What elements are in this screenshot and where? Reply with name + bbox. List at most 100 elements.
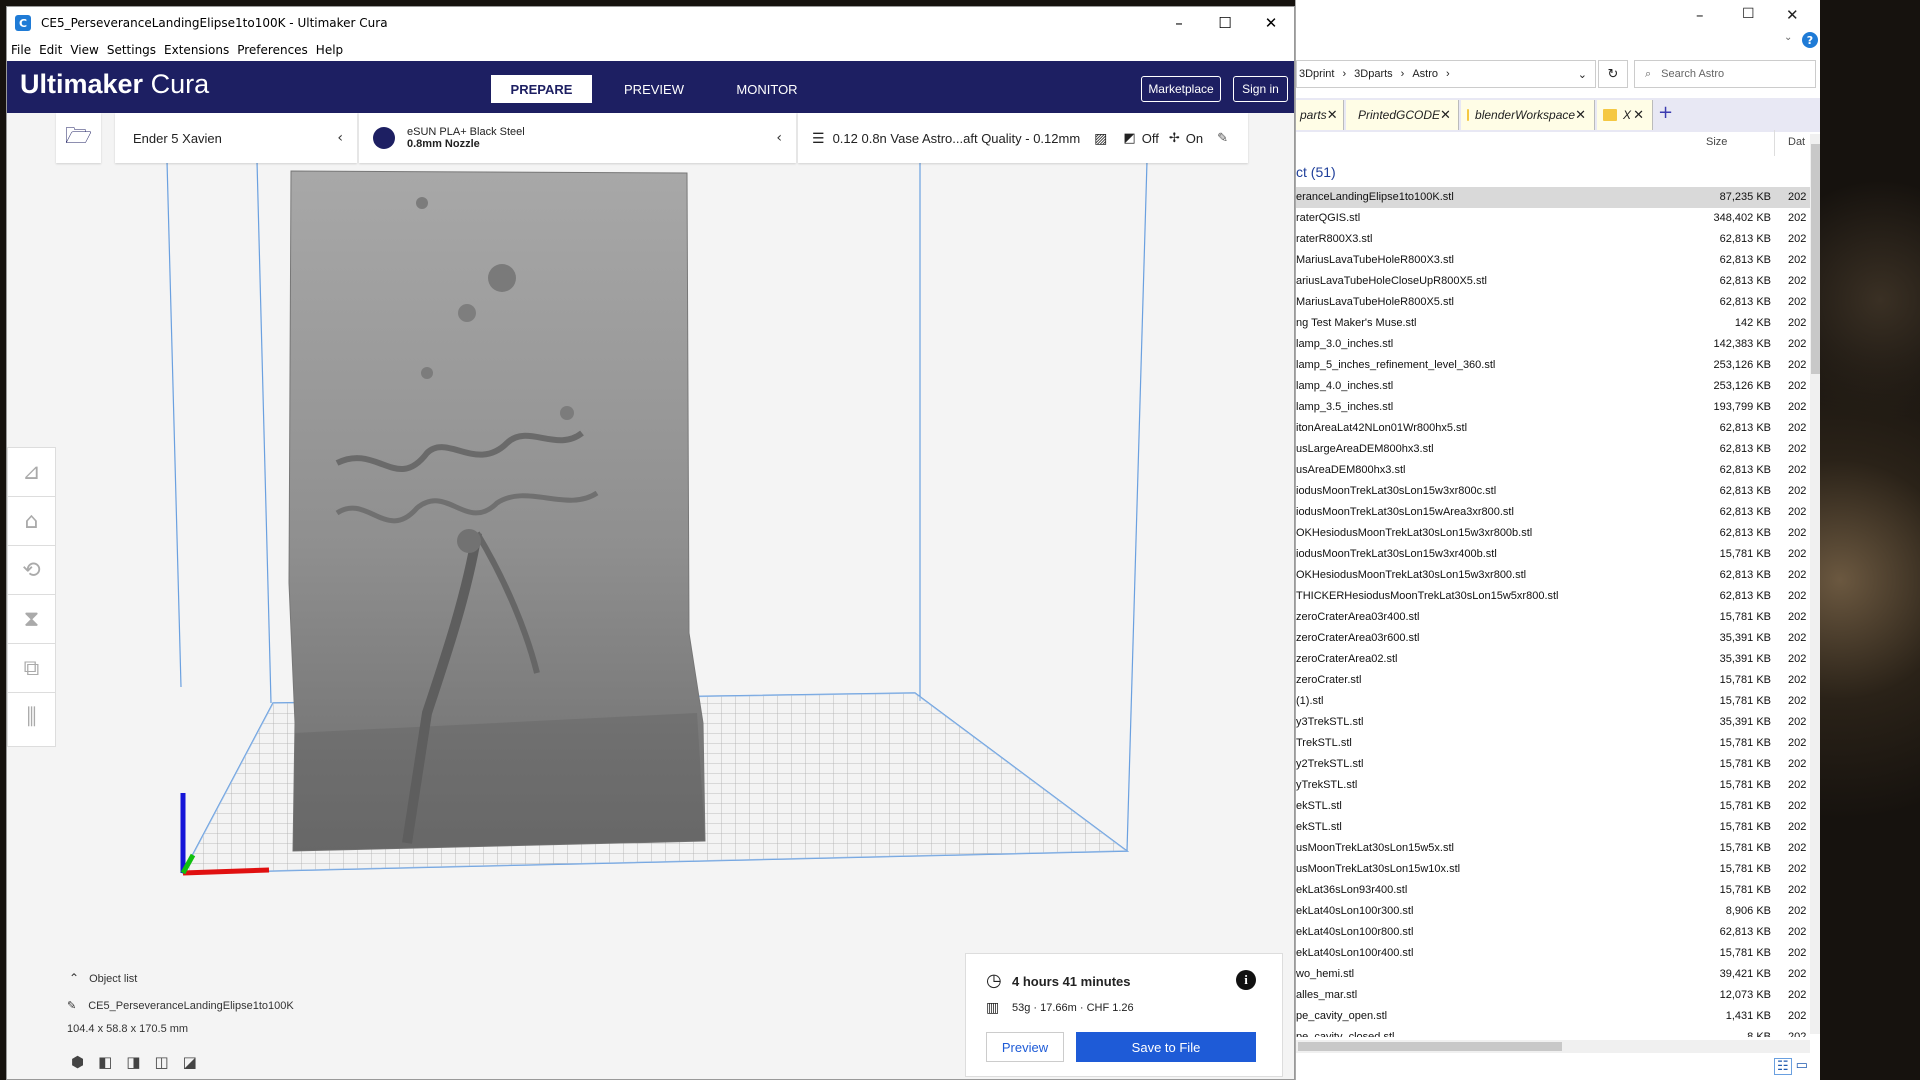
file-row[interactable]: zeroCraterArea02.stl 35,391 KB 202 <box>1296 649 1820 670</box>
large-icons-view-icon[interactable]: ▭ <box>1796 1058 1808 1075</box>
file-row[interactable]: usMoonTrekLat30sLon15w10x.stl 15,781 KB 20… <box>1296 859 1820 880</box>
file-row[interactable]: usAreaDEM800hx3.stl 62,813 KB 202 <box>1296 460 1820 481</box>
file-row[interactable]: lamp_3.5_inches.stl 193,799 KB 202 <box>1296 397 1820 418</box>
minimize-icon[interactable]: – <box>1156 7 1202 39</box>
material-selector[interactable]: eSUN PLA+ Black Steel 0.8mm Nozzle ‹ <box>359 113 796 163</box>
menu-help[interactable]: Help <box>316 43 343 57</box>
file-row[interactable]: lamp_5_inches_refinement_level_360.stl 25… <box>1296 355 1820 376</box>
object-name-row[interactable]: ✎ CE5_PerseveranceLandingElipse1to100K <box>67 999 294 1012</box>
file-row[interactable]: zeroCraterArea03r400.stl 15,781 KB 202 <box>1296 607 1820 628</box>
search-box[interactable]: ⌕ Search Astro <box>1634 60 1816 88</box>
close-tab-icon[interactable]: ✕ <box>1575 107 1586 123</box>
save-to-file-button[interactable]: Save to File <box>1076 1032 1256 1062</box>
file-row[interactable]: usLargeAreaDEM800hx3.stl 62,813 KB 202 <box>1296 439 1820 460</box>
menu-edit[interactable]: Edit <box>39 43 62 57</box>
tab-preview[interactable]: PREVIEW <box>604 75 704 103</box>
refresh-icon[interactable]: ↻ <box>1598 60 1628 88</box>
3d-model[interactable] <box>288 170 706 852</box>
file-row[interactable]: itonAreaLat42NLon01Wr800hx5.stl 62,813 KB… <box>1296 418 1820 439</box>
details-view-icon[interactable]: ☷ <box>1774 1058 1792 1075</box>
file-row[interactable]: ekLat40sLon100r800.stl 62,813 KB 202 <box>1296 922 1820 943</box>
file-row[interactable]: OKHesiodusMoonTrekLat30sLon15w3xr800.stl… <box>1296 565 1820 586</box>
3d-viewport[interactable]: 🗁 Ender 5 Xavien ‹ eSUN PLA+ Black Steel… <box>7 113 1294 1079</box>
file-row[interactable]: MariusLavaTubeHoleR800X3.stl 62,813 KB 202 <box>1296 250 1820 271</box>
menu-settings[interactable]: Settings <box>107 43 156 57</box>
move-tool-icon[interactable]: ⊿ <box>8 448 55 497</box>
file-row[interactable]: (1).stl 15,781 KB 202 <box>1296 691 1820 712</box>
new-tab-icon[interactable]: + <box>1658 102 1673 123</box>
file-row[interactable]: yTrekSTL.stl 15,781 KB 202 <box>1296 775 1820 796</box>
file-row[interactable]: raterQGIS.stl 348,402 KB 202 <box>1296 208 1820 229</box>
group-header[interactable]: ct (51) <box>1296 164 1336 180</box>
file-row[interactable]: TrekSTL.stl 15,781 KB 202 <box>1296 733 1820 754</box>
tab-printedgcode[interactable]: PrintedGCODE ✕ <box>1346 100 1459 130</box>
file-row[interactable]: MariusLavaTubeHoleR800X5.stl 62,813 KB 202 <box>1296 292 1820 313</box>
close-tab-icon[interactable]: ✕ <box>1633 107 1644 123</box>
file-row[interactable]: eranceLandingElipse1to100K.stl 87,235 KB 2… <box>1296 187 1820 208</box>
file-row[interactable]: iodusMoonTrekLat30sLon15w3xr400b.stl 15,7… <box>1296 544 1820 565</box>
file-row[interactable]: pe_cavity_closed.stl 8 KB 202 <box>1296 1027 1820 1037</box>
file-row[interactable]: ng Test Maker's Muse.stl 142 KB 202 <box>1296 313 1820 334</box>
file-row[interactable]: ekSTL.stl 15,781 KB 202 <box>1296 817 1820 838</box>
sign-in-button[interactable]: Sign in <box>1233 76 1288 102</box>
breadcrumb-3dparts[interactable]: 3Dparts <box>1354 68 1393 80</box>
menu-extensions[interactable]: Extensions <box>164 43 229 57</box>
printer-selector[interactable]: Ender 5 Xavien ‹ <box>115 113 357 163</box>
file-row[interactable]: alles_mar.stl 12,073 KB 202 <box>1296 985 1820 1006</box>
top-view-icon[interactable]: ◨ <box>126 1053 140 1071</box>
breadcrumb-astro[interactable]: Astro <box>1412 68 1438 80</box>
breadcrumb-3dprint[interactable]: 3Dprint <box>1299 68 1334 80</box>
tab-blenderworkspace[interactable]: blenderWorkspace ✕ <box>1461 100 1595 130</box>
file-row[interactable]: ekLat36sLon93r400.stl 15,781 KB 202 <box>1296 880 1820 901</box>
chevron-down-icon[interactable]: ⌄ <box>1578 68 1587 81</box>
info-icon[interactable]: i <box>1236 970 1256 990</box>
maximize-icon[interactable]: ☐ <box>1202 7 1248 39</box>
tab-prepare[interactable]: PREPARE <box>491 75 592 103</box>
print-settings-selector[interactable]: ☰ 0.12 0.8n Vase Astro...aft Quality - 0… <box>798 113 1248 163</box>
per-model-settings-icon[interactable]: ⧉ <box>8 644 55 693</box>
close-icon[interactable]: ✕ <box>1786 6 1799 24</box>
file-row[interactable]: lamp_4.0_inches.stl 253,126 KB 202 <box>1296 376 1820 397</box>
close-tab-icon[interactable]: ✕ <box>1327 107 1338 123</box>
vertical-scrollbar[interactable] <box>1810 134 1820 1034</box>
scale-tool-icon[interactable]: ⌂ <box>8 497 55 546</box>
file-row[interactable]: zeroCraterArea03r600.stl 35,391 KB 202 <box>1296 628 1820 649</box>
file-row[interactable]: OKHesiodusMoonTrekLat30sLon15w3xr800b.st… <box>1296 523 1820 544</box>
preview-button[interactable]: Preview <box>986 1032 1064 1062</box>
tab-x[interactable]: X ✕ <box>1597 100 1653 130</box>
maximize-icon[interactable]: ☐ <box>1742 6 1755 22</box>
file-row[interactable]: THICKERHesiodusMoonTrekLat30sLon15w5xr80… <box>1296 586 1820 607</box>
file-row[interactable]: lamp_3.0_inches.stl 142,383 KB 202 <box>1296 334 1820 355</box>
file-row[interactable]: usMoonTrekLat30sLon15w5x.stl 15,781 KB 202 <box>1296 838 1820 859</box>
file-row[interactable]: raterR800X3.stl 62,813 KB 202 <box>1296 229 1820 250</box>
file-row[interactable]: ekLat40sLon100r400.stl 15,781 KB 202 <box>1296 943 1820 964</box>
minimize-icon[interactable]: – <box>1696 6 1704 24</box>
close-tab-icon[interactable]: ✕ <box>1440 107 1451 123</box>
mirror-tool-icon[interactable]: ⧗ <box>8 595 55 644</box>
file-row[interactable]: zeroCrater.stl 15,781 KB 202 <box>1296 670 1820 691</box>
file-row[interactable]: wo_hemi.stl 39,421 KB 202 <box>1296 964 1820 985</box>
file-row[interactable]: iodusMoonTrekLat30sLon15wArea3xr800.stl 6… <box>1296 502 1820 523</box>
horizontal-scrollbar[interactable] <box>1296 1040 1810 1053</box>
address-bar[interactable]: 3Dprint › 3Dparts › Astro › ⌄ <box>1296 60 1596 88</box>
file-row[interactable]: ariusLavaTubeHoleCloseUpR800X5.stl 62,813… <box>1296 271 1820 292</box>
3d-view-icon[interactable]: ⬢ <box>71 1053 84 1071</box>
file-row[interactable]: y2TrekSTL.stl 15,781 KB 202 <box>1296 754 1820 775</box>
tab-parts[interactable]: parts ✕ <box>1296 100 1344 130</box>
menu-file[interactable]: File <box>11 43 31 57</box>
marketplace-button[interactable]: Marketplace <box>1141 76 1221 102</box>
rotate-tool-icon[interactable]: ⟲ <box>8 546 55 595</box>
file-row[interactable]: pe_cavity_open.stl 1,431 KB 202 <box>1296 1006 1820 1027</box>
tab-monitor[interactable]: MONITOR <box>717 75 817 103</box>
close-icon[interactable]: ✕ <box>1248 7 1294 39</box>
support-blocker-icon[interactable]: ⫼ <box>8 693 55 742</box>
left-view-icon[interactable]: ◫ <box>154 1053 168 1071</box>
open-file-button[interactable]: 🗁 <box>56 113 101 163</box>
file-row[interactable]: y3TrekSTL.stl 35,391 KB 202 <box>1296 712 1820 733</box>
object-list-header[interactable]: ⌃ Object list <box>69 971 137 985</box>
help-icon[interactable]: ? <box>1802 32 1818 48</box>
chevron-down-icon[interactable]: ⌄ <box>1784 32 1792 43</box>
right-view-icon[interactable]: ◪ <box>183 1053 197 1071</box>
column-header-size[interactable]: Size <box>1706 136 1727 148</box>
file-row[interactable]: ekSTL.stl 15,781 KB 202 <box>1296 796 1820 817</box>
